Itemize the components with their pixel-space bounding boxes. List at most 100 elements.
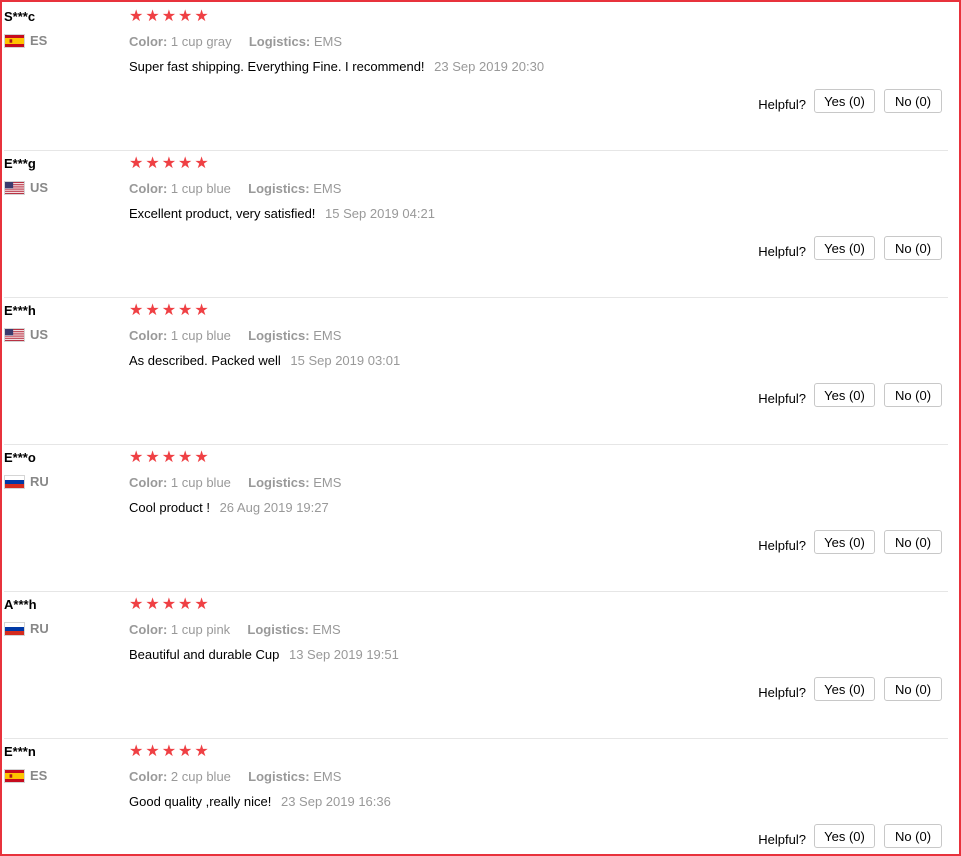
reviewer-country: US [4, 180, 48, 195]
color-value: 1 cup blue [170, 475, 231, 490]
star-icon: ★ [194, 449, 209, 466]
review-item: E***o RU ★ ★ ★ ★ ★ Color: 1 cup blue Logisti… [4, 446, 948, 592]
review-item: S***c ES ★ ★ ★ ★ ★ Color: 1 cup gray Logisti… [4, 5, 948, 151]
review-text-line: Beautiful and durable Cup 13 Sep 2019 19… [129, 647, 399, 662]
helpful-no-button[interactable]: No (0) [884, 89, 942, 113]
star-icon: ★ [194, 596, 209, 613]
star-icon: ★ [194, 155, 209, 172]
color-label: Color: [129, 328, 168, 343]
helpful-no-button[interactable]: No (0) [884, 824, 942, 848]
star-rating: ★ ★ ★ ★ ★ [129, 449, 209, 467]
color-label: Color: [129, 622, 168, 637]
logistics-value: EMS [313, 181, 342, 196]
star-icon: ★ [129, 743, 144, 760]
star-icon: ★ [145, 8, 160, 25]
country-code: RU [30, 621, 49, 636]
helpful-no-button[interactable]: No (0) [884, 236, 942, 260]
star-rating: ★ ★ ★ ★ ★ [129, 302, 209, 320]
review-text: As described. Packed well [129, 353, 281, 368]
country-code: US [30, 180, 49, 195]
logistics-value: EMS [313, 769, 342, 784]
helpful-yes-button[interactable]: Yes (0) [814, 824, 875, 848]
star-icon: ★ [161, 449, 177, 466]
review-item: E***h US ★ ★ ★ ★ ★ Color: 1 cup blue Logisti… [4, 299, 948, 445]
logistics-label: Logistics: [247, 622, 309, 637]
review-attributes: Color: 1 cup blue Logistics: EMS [129, 181, 341, 196]
review-text-line: Excellent product, very satisfied! 15 Se… [129, 206, 435, 221]
country-code: ES [30, 33, 48, 48]
logistics-label: Logistics: [248, 181, 310, 196]
review-text-line: As described. Packed well 15 Sep 2019 03… [129, 353, 400, 368]
helpful-yes-button[interactable]: Yes (0) [814, 530, 875, 554]
helpful-label: Helpful? [758, 538, 806, 553]
color-label: Color: [129, 475, 168, 490]
country-code: RU [30, 474, 49, 489]
reviewer-country: ES [4, 33, 47, 48]
review-date: 26 Aug 2019 19:27 [219, 500, 329, 515]
star-rating: ★ ★ ★ ★ ★ [129, 8, 209, 26]
helpful-yes-button[interactable]: Yes (0) [814, 677, 875, 701]
review-text-line: Good quality ,really nice! 23 Sep 2019 1… [129, 794, 391, 809]
country-code: US [30, 327, 49, 342]
helpful-yes-button[interactable]: Yes (0) [814, 383, 875, 407]
star-rating: ★ ★ ★ ★ ★ [129, 743, 209, 761]
star-icon: ★ [129, 8, 144, 25]
logistics-label: Logistics: [248, 475, 310, 490]
star-icon: ★ [178, 8, 193, 25]
star-icon: ★ [161, 302, 177, 319]
reviewer-name: E***h [4, 303, 36, 318]
review-date: 13 Sep 2019 19:51 [288, 647, 399, 662]
logistics-label: Logistics: [248, 328, 310, 343]
review-attributes: Color: 1 cup blue Logistics: EMS [129, 475, 341, 490]
star-icon: ★ [194, 743, 209, 760]
review-date: 23 Sep 2019 16:36 [280, 794, 391, 809]
star-icon: ★ [161, 743, 177, 760]
us-flag-icon [4, 327, 25, 342]
star-icon: ★ [145, 155, 160, 172]
star-icon: ★ [178, 449, 193, 466]
review-attributes: Color: 1 cup pink Logistics: EMS [129, 622, 341, 637]
star-icon: ★ [194, 302, 209, 319]
logistics-label: Logistics: [248, 769, 310, 784]
review-attributes: Color: 2 cup blue Logistics: EMS [129, 769, 341, 784]
helpful-no-button[interactable]: No (0) [884, 530, 942, 554]
reviewer-name: E***o [4, 450, 36, 465]
logistics-label: Logistics: [248, 34, 311, 49]
star-icon: ★ [129, 302, 144, 319]
star-icon: ★ [145, 449, 160, 466]
color-label: Color: [129, 34, 168, 49]
helpful-no-button[interactable]: No (0) [884, 383, 942, 407]
review-date: 23 Sep 2019 20:30 [434, 59, 545, 74]
review-text: Super fast shipping. Everything Fine. I … [129, 59, 425, 74]
reviewer-name: E***g [4, 156, 36, 171]
helpful-no-button[interactable]: No (0) [884, 677, 942, 701]
reviewer-country: ES [4, 768, 47, 783]
star-icon: ★ [194, 8, 209, 25]
review-text: Cool product ! [129, 500, 210, 515]
logistics-value: EMS [313, 328, 342, 343]
review-text: Good quality ,really nice! [129, 794, 272, 809]
review-item: E***g US ★ ★ ★ ★ ★ Color: 1 cup blue Logisti… [4, 152, 948, 298]
star-icon: ★ [178, 155, 193, 172]
helpful-label: Helpful? [758, 97, 806, 112]
review-text: Beautiful and durable Cup [129, 647, 280, 662]
color-value: 1 cup blue [170, 328, 231, 343]
star-icon: ★ [178, 302, 193, 319]
russia-flag-icon [4, 474, 25, 489]
helpful-yes-button[interactable]: Yes (0) [814, 236, 875, 260]
review-text-line: Cool product ! 26 Aug 2019 19:27 [129, 500, 329, 515]
star-icon: ★ [129, 155, 144, 172]
logistics-value: EMS [313, 475, 342, 490]
review-item: E***n ES ★ ★ ★ ★ ★ Color: 2 cup blue Logisti… [4, 740, 948, 854]
star-icon: ★ [161, 8, 177, 25]
us-flag-icon [4, 180, 25, 195]
color-label: Color: [129, 769, 168, 784]
color-label: Color: [129, 181, 168, 196]
color-value: 1 cup gray [170, 34, 232, 49]
logistics-value: EMS [313, 34, 343, 49]
helpful-yes-button[interactable]: Yes (0) [814, 89, 875, 113]
reviewer-name: S***c [4, 9, 36, 24]
color-value: 2 cup blue [170, 769, 231, 784]
reviewer-country: RU [4, 474, 49, 489]
star-icon: ★ [145, 743, 160, 760]
